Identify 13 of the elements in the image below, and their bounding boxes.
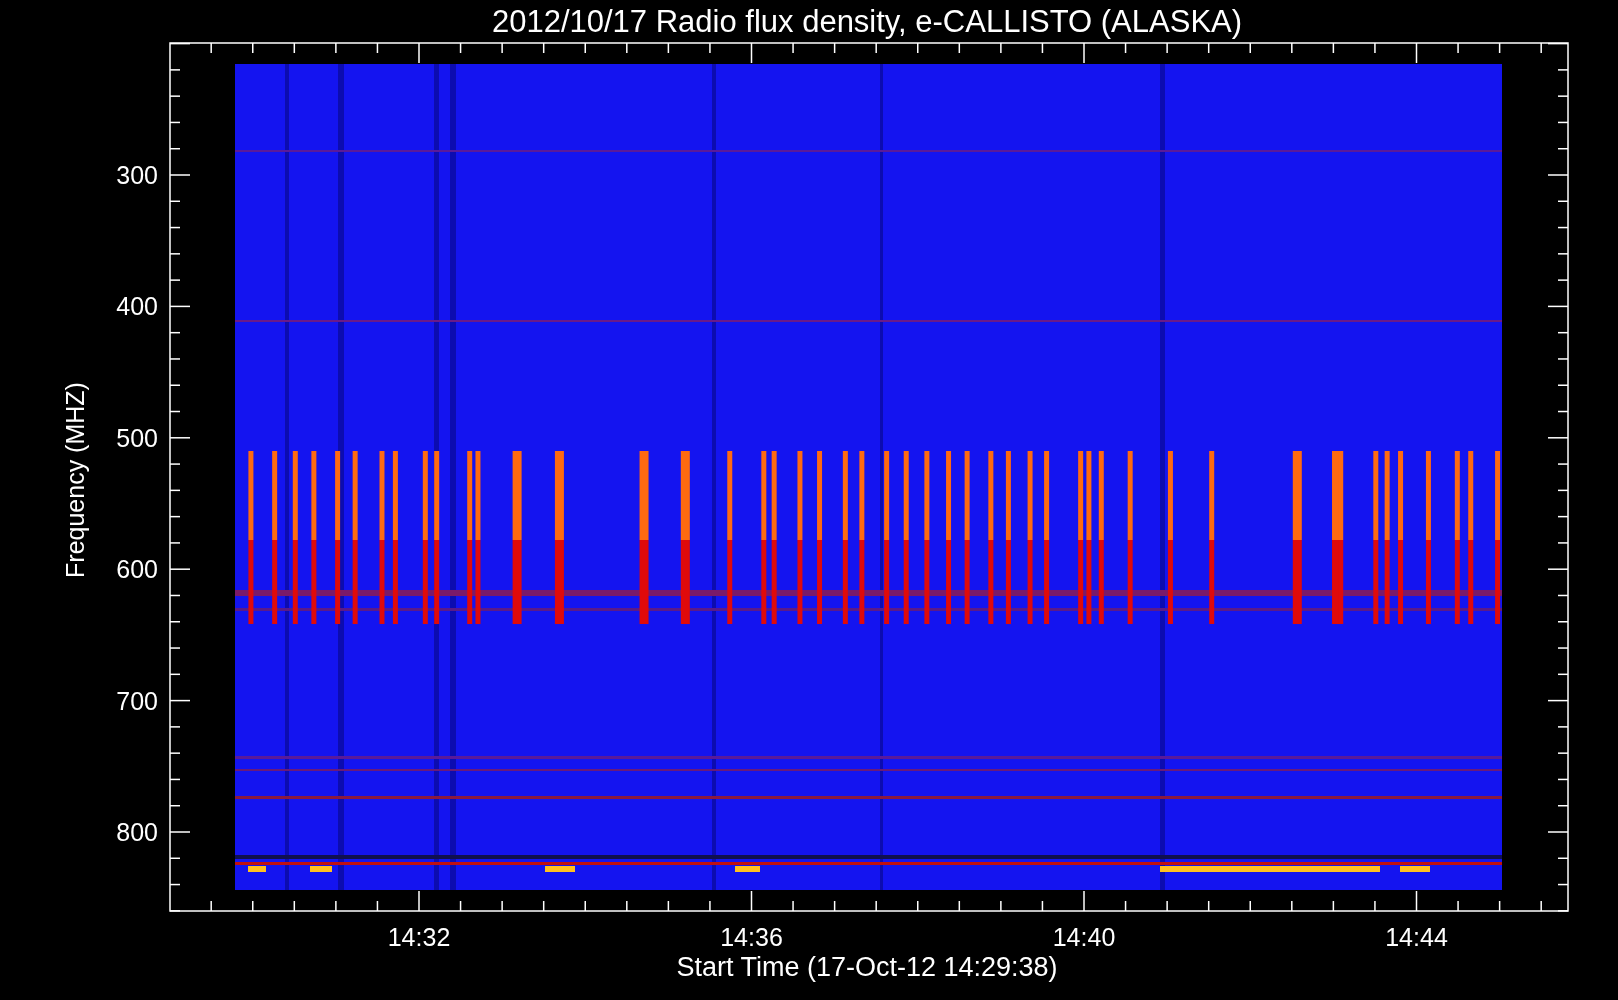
axis-tick-label: 300: [116, 161, 158, 189]
x-axis-label: Start Time (17-Oct-12 14:29:38): [676, 952, 1058, 982]
axis-tick-label: 14:36: [720, 923, 783, 951]
axis-tick-label: 400: [116, 292, 158, 321]
axis-tick-label: 800: [116, 818, 158, 846]
axis-tick-label: 700: [116, 686, 158, 715]
y-axis-label: Frequency (MHZ): [61, 382, 89, 578]
axis-tick-label: 14:44: [1385, 923, 1448, 951]
chart-title: 2012/10/17 Radio flux density, e-CALLISTO (ALASKA): [491, 4, 1243, 39]
axis-tick-label: 14:32: [387, 923, 451, 951]
axis-tick-label: 600: [116, 555, 158, 584]
axis-tick-label: 500: [116, 423, 158, 452]
axis-tick-label: 14:40: [1052, 923, 1116, 951]
